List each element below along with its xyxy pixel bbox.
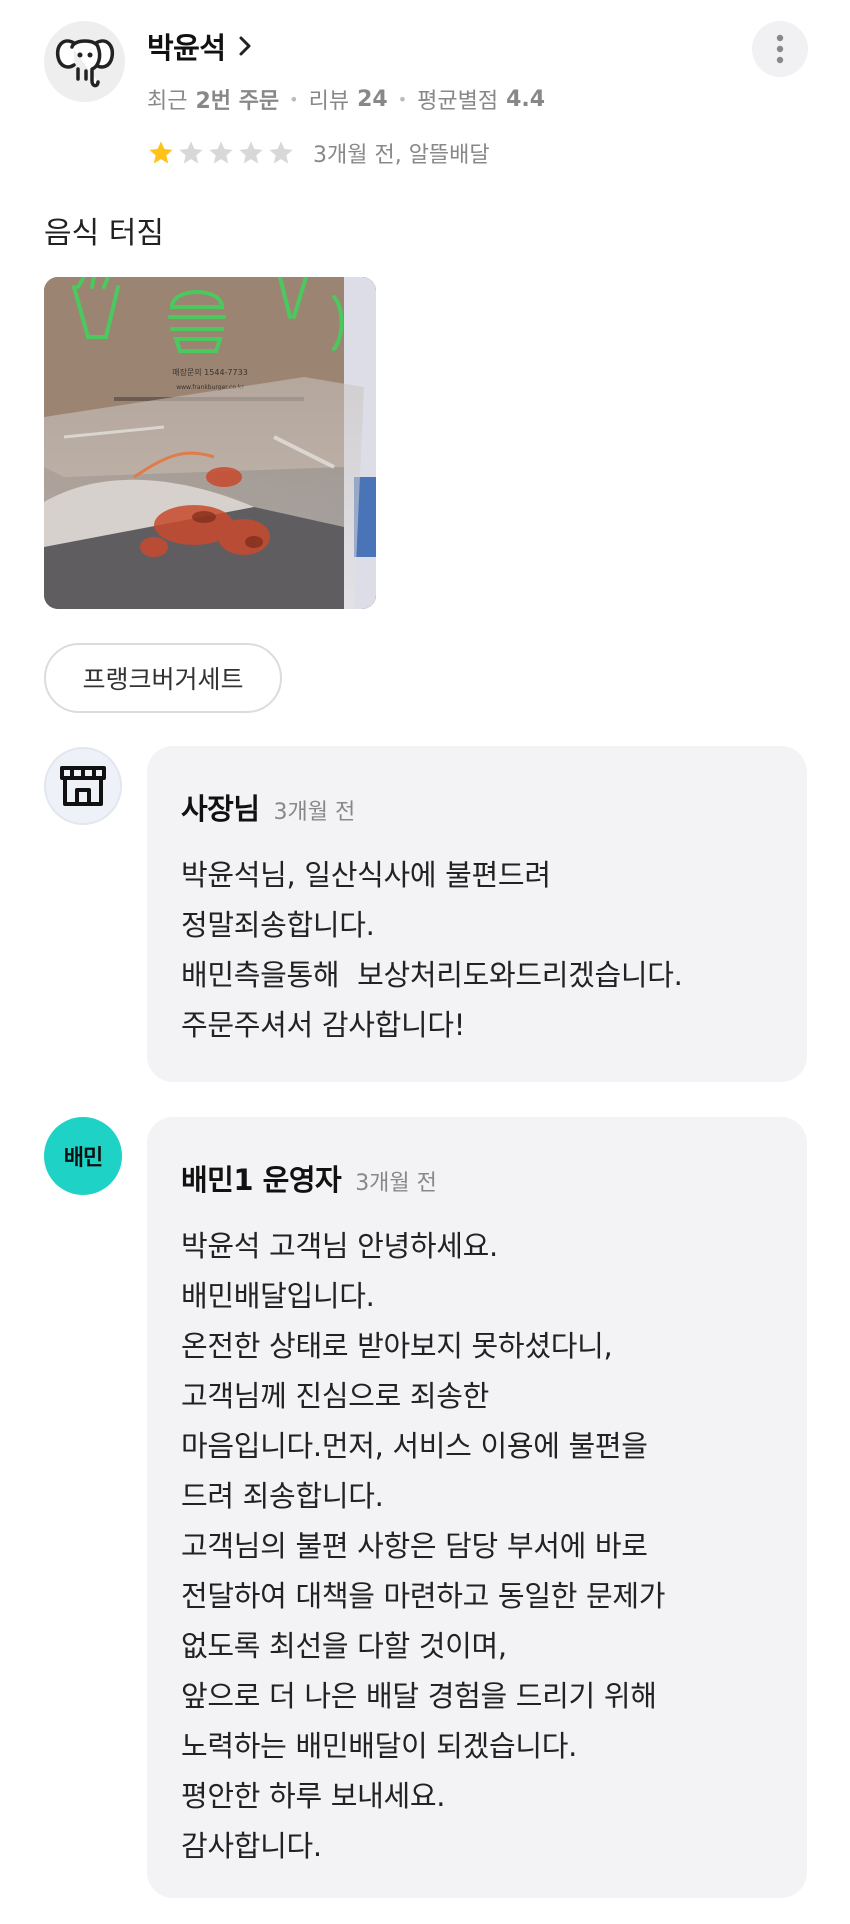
- baemin-reply-line: 감사합니다.: [181, 1829, 322, 1863]
- baemin-logo-text: 배민: [63, 1146, 103, 1171]
- owner-name: 사장님: [181, 792, 260, 826]
- reviewer-name: 박윤석: [147, 31, 226, 65]
- chevron-right-icon: [238, 35, 252, 57]
- owner-reply-line: 박윤석님, 일산식사에 불편드려: [181, 858, 551, 892]
- review-count-label: 리뷰: [308, 89, 350, 114]
- star-empty-icon: [209, 141, 233, 164]
- star-rating: [147, 139, 297, 167]
- recent-order-label: 최근: [147, 89, 188, 114]
- owner-reply-time: 3개월 전: [273, 800, 356, 825]
- reviewer-stats: 최근 2번 주문 • 리뷰 24 • 평균별점 4.4: [147, 82, 545, 116]
- baemin-reply-line: 없도록 최선을 다할 것이며,: [181, 1629, 507, 1663]
- review-text: 음식 터짐: [44, 216, 164, 251]
- baemin-reply-line: 마음입니다.먼저, 서비스 이용에 불편을: [181, 1429, 648, 1463]
- reply-header: 사장님 3개월 전: [181, 786, 773, 828]
- separator-dot: •: [289, 89, 299, 109]
- baemin-reply-line: 노력하는 배민배달이 되겠습니다.: [181, 1729, 578, 1763]
- store-icon: [60, 766, 106, 806]
- baemin-reply-line: 고객님께 진심으로 죄송한: [181, 1379, 490, 1413]
- owner-reply-bubble: 사장님 3개월 전 박윤석님, 일산식사에 불편드려정말죄송합니다. 배민측을통해…: [147, 746, 807, 1082]
- more-vertical-icon: [776, 34, 784, 64]
- reviewer-name-link[interactable]: 박윤석: [147, 24, 252, 68]
- baemin-reply-line: 드려 죄송합니다.: [181, 1479, 384, 1513]
- baemin-reply-line: 평안한 하루 보내세요.: [181, 1779, 446, 1813]
- star-filled-icon: [149, 141, 173, 164]
- review-count-value: 24: [357, 86, 388, 112]
- baemin-reply-bubble: 배민1 운영자 3개월 전 박윤석 고객님 안녕하세요. 배민배달입니다. 온전한 …: [147, 1117, 807, 1898]
- baemin-reply-text: 박윤석 고객님 안녕하세요. 배민배달입니다. 온전한 상태로 받아보지 못하셨다니…: [181, 1221, 773, 1871]
- star-empty-icon: [179, 141, 203, 164]
- owner-reply-line: 정말죄송합니다.: [181, 908, 375, 942]
- reply-header: 배민1 운영자 3개월 전: [181, 1157, 773, 1199]
- separator-dot: •: [397, 89, 408, 109]
- baemin-reply-line: 앞으로 더 나은 배달 경험을 드리기 위해: [181, 1679, 657, 1713]
- baemin-reply-line: 전달하여 대책을 마련하고 동일한 문제가: [181, 1579, 666, 1613]
- bag-print-phone: 매장문의 1544-7733: [172, 367, 248, 377]
- star-empty-icon: [239, 141, 263, 164]
- avg-rating-value: 4.4: [506, 86, 546, 112]
- recent-order-value: 2번 주문: [195, 89, 280, 114]
- review-photo[interactable]: 매장문의 1544-7733 www.frankburger.co.kr: [44, 277, 376, 609]
- food-bag-image: 매장문의 1544-7733 www.frankburger.co.kr: [44, 277, 376, 609]
- reviewer-avatar[interactable]: [44, 21, 125, 102]
- baemin-avatar: 배민: [44, 1117, 122, 1195]
- baemin-reply-line: 배민배달입니다.: [181, 1279, 375, 1313]
- owner-reply-text: 박윤석님, 일산식사에 불편드려정말죄송합니다. 배민측을통해 보상처리도와드리겠…: [181, 850, 773, 1050]
- review-meta: 3개월 전, 알뜰배달: [313, 143, 490, 168]
- baemin-reply-line: 박윤석 고객님 안녕하세요.: [181, 1229, 498, 1263]
- baemin-reply-time: 3개월 전: [355, 1171, 437, 1196]
- owner-avatar: [44, 747, 122, 825]
- avg-rating-label: 평균별점: [417, 89, 499, 114]
- baemin-reply-line: 온전한 상태로 받아보지 못하셨다니,: [181, 1329, 613, 1363]
- baemin-reply-line: 고객님의 불편 사항은 담당 부서에 바로: [181, 1529, 648, 1563]
- more-options-button[interactable]: [752, 21, 808, 77]
- owner-reply-line: 주문주셔서 감사합니다!: [181, 1008, 466, 1042]
- owner-reply-line: 배민측을통해 보상처리도와드리겠습니다.: [181, 958, 683, 992]
- star-empty-icon: [269, 141, 293, 164]
- baemin-operator-name: 배민1 운영자: [181, 1163, 342, 1197]
- ordered-menu-chip[interactable]: 프랭크버거세트: [44, 643, 282, 713]
- elephant-icon: [55, 38, 114, 87]
- rating-row: 3개월 전, 알뜰배달: [147, 136, 490, 170]
